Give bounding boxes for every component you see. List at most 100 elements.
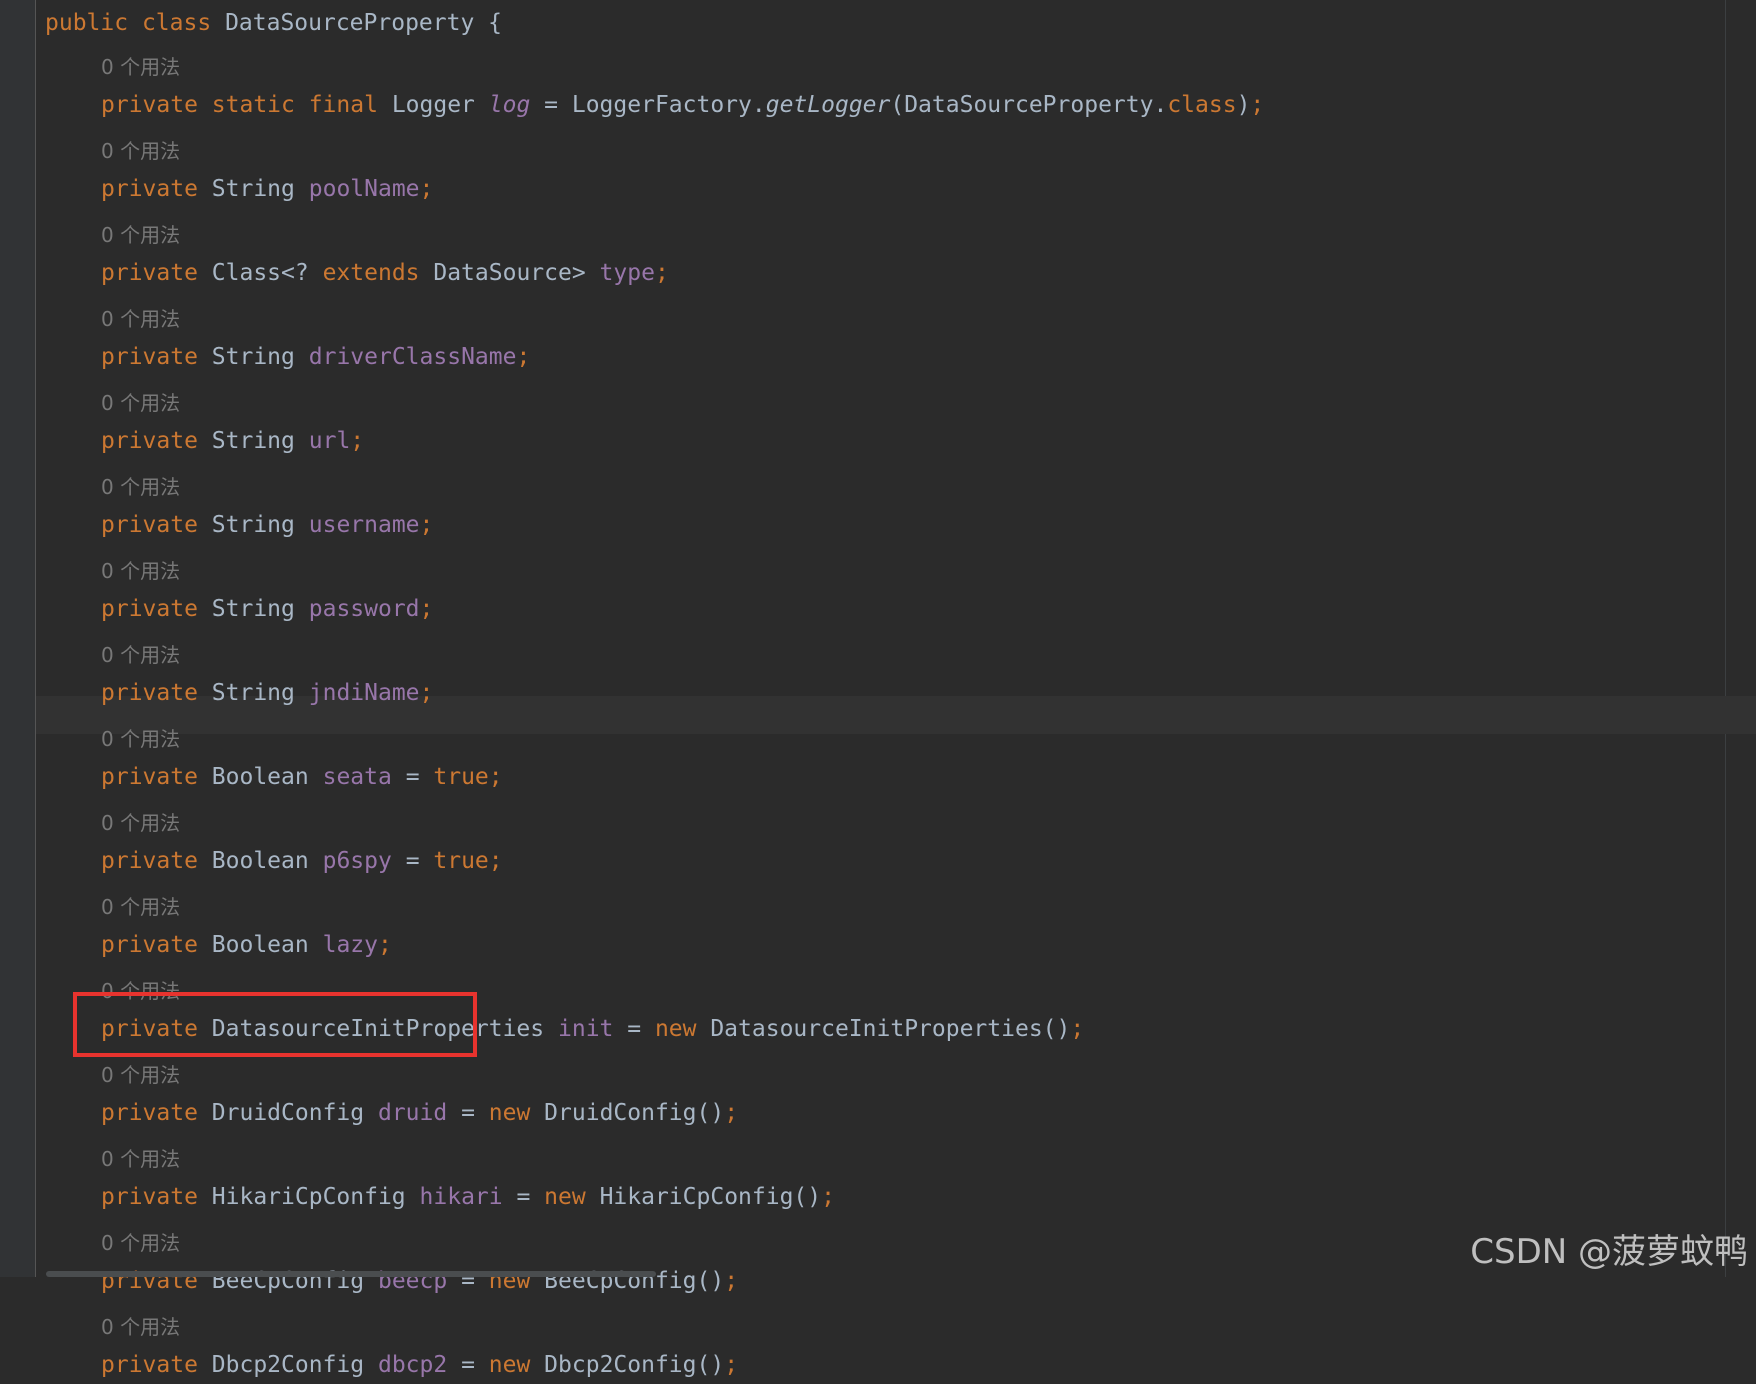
usage-hint[interactable]: 0 个用法 [101,1060,180,1090]
field-name: poolName [308,176,420,202]
usage-hint[interactable]: 0 个用法 [101,1312,180,1342]
field-type: String [211,596,295,622]
field-declaration-jndiName[interactable]: private String jndiName; [101,674,433,712]
field-type: Dbcp2Config [211,1352,365,1378]
semicolon: ; [1070,1016,1085,1042]
field-type: String [211,512,295,538]
modifiers: private [101,1100,198,1126]
field-type: String [211,428,295,454]
assign-operator: = [530,92,572,118]
semicolon: ; [419,176,434,202]
field-declaration-poolName[interactable]: private String poolName; [101,170,433,208]
open-brace: { [474,10,503,36]
new-keyword: new [544,1184,586,1210]
field-name: lazy [322,932,378,958]
field-declaration-p6spy[interactable]: private Boolean p6spy = true; [101,842,503,880]
modifiers: private [101,596,198,622]
field-name: password [308,596,420,622]
new-keyword: new [488,1352,531,1378]
field-declaration-password[interactable]: private String password; [101,590,433,628]
field-type: DruidConfig [211,1100,365,1126]
new-keyword: new [654,1016,697,1042]
init-expression: HikariCpConfig() [585,1184,822,1210]
field-declaration-log[interactable]: private static final Logger log = Logger… [101,86,1264,124]
assign-operator: = [613,1016,655,1042]
modifiers: private [101,848,198,874]
usage-hint[interactable]: 0 个用法 [101,808,180,838]
assign-operator: = [391,764,434,790]
usage-hint[interactable]: 0 个用法 [101,136,180,166]
horizontal-scrollbar[interactable] [46,1271,656,1277]
semicolon: ; [654,260,669,286]
semicolon: ; [419,512,434,538]
field-declaration-hikari[interactable]: private HikariCpConfig hikari = new Hika… [101,1178,835,1216]
field-type: String [211,176,295,202]
field-name: init [558,1016,614,1042]
field-declaration-dbcp2[interactable]: private Dbcp2Config dbcp2 = new Dbcp2Con… [101,1346,738,1384]
init-expression: Dbcp2Config() [530,1352,725,1378]
field-name: driverClassName [308,344,517,370]
semicolon: ; [516,344,531,370]
field-name: username [308,512,420,538]
usage-hint[interactable]: 0 个用法 [101,1144,180,1174]
semicolon: ; [724,1100,739,1126]
field-declaration-driverClassName[interactable]: private String driverClassName; [101,338,530,376]
highlight-annotation-box [73,992,477,1057]
editor-gutter[interactable] [0,0,36,1277]
usage-hint[interactable]: 0 个用法 [101,388,180,418]
usage-hint[interactable]: 0 个用法 [101,640,180,670]
field-name: dbcp2 [377,1352,448,1378]
field-type: String [211,680,295,706]
semicolon: ; [488,848,503,874]
semicolon: ; [488,764,503,790]
usage-hint[interactable]: 0 个用法 [101,304,180,334]
field-declaration-druid[interactable]: private DruidConfig druid = new DruidCon… [101,1094,738,1132]
gutter-divider [35,0,36,1277]
modifiers: private [101,680,198,706]
init-args: (DataSourceProperty. [890,92,1168,118]
init-expression: DruidConfig() [530,1100,725,1126]
semicolon: ; [377,932,392,958]
field-type: Logger [391,92,475,118]
field-name: jndiName [308,680,420,706]
usage-hint[interactable]: 0 个用法 [101,892,180,922]
field-type: String [211,344,295,370]
field-type-tail: DataSource> [419,260,586,286]
usage-hint[interactable]: 0 个用法 [101,556,180,586]
semicolon: ; [419,680,434,706]
assign-operator: = [447,1100,489,1126]
field-declaration-url[interactable]: private String url; [101,422,364,460]
field-name: seata [322,764,392,790]
new-keyword: new [488,1100,531,1126]
semicolon: ; [724,1352,739,1378]
keyword-class: class [141,10,212,36]
field-name: type [599,260,655,286]
field-declaration-lazy[interactable]: private Boolean lazy; [101,926,392,964]
field-declaration-seata[interactable]: private Boolean seata = true; [101,758,503,796]
field-name: hikari [419,1184,503,1210]
modifiers: private [101,512,198,538]
field-type: Boolean [211,764,309,790]
init-method: getLogger [765,92,891,118]
usage-hint[interactable]: 0 个用法 [101,52,180,82]
field-declaration-username[interactable]: private String username; [101,506,433,544]
class-name: DataSourceProperty [225,10,475,36]
modifiers: private [101,428,198,454]
type-keyword: extends [322,260,420,286]
field-declaration-type[interactable]: private Class<? extends DataSource> type… [101,254,669,292]
semicolon: ; [419,596,434,622]
field-declaration-beecp[interactable]: private BeeCpConfig beecp = new BeeCpCon… [101,1262,738,1300]
modifiers: private [101,1184,198,1210]
usage-hint[interactable]: 0 个用法 [101,220,180,250]
field-type: HikariCpConfig [211,1184,406,1210]
field-type: Boolean [211,932,309,958]
field-type: Class<? [211,260,323,286]
usage-hint[interactable]: 0 个用法 [101,724,180,754]
field-type: Boolean [211,848,309,874]
usage-hint[interactable]: 0 个用法 [101,1228,180,1258]
usage-hint[interactable]: 0 个用法 [101,472,180,502]
init-value: true [433,848,489,874]
modifiers: private [101,932,198,958]
class-declaration[interactable]: public class DataSourceProperty { [45,4,502,42]
semicolon: ; [724,1268,739,1294]
